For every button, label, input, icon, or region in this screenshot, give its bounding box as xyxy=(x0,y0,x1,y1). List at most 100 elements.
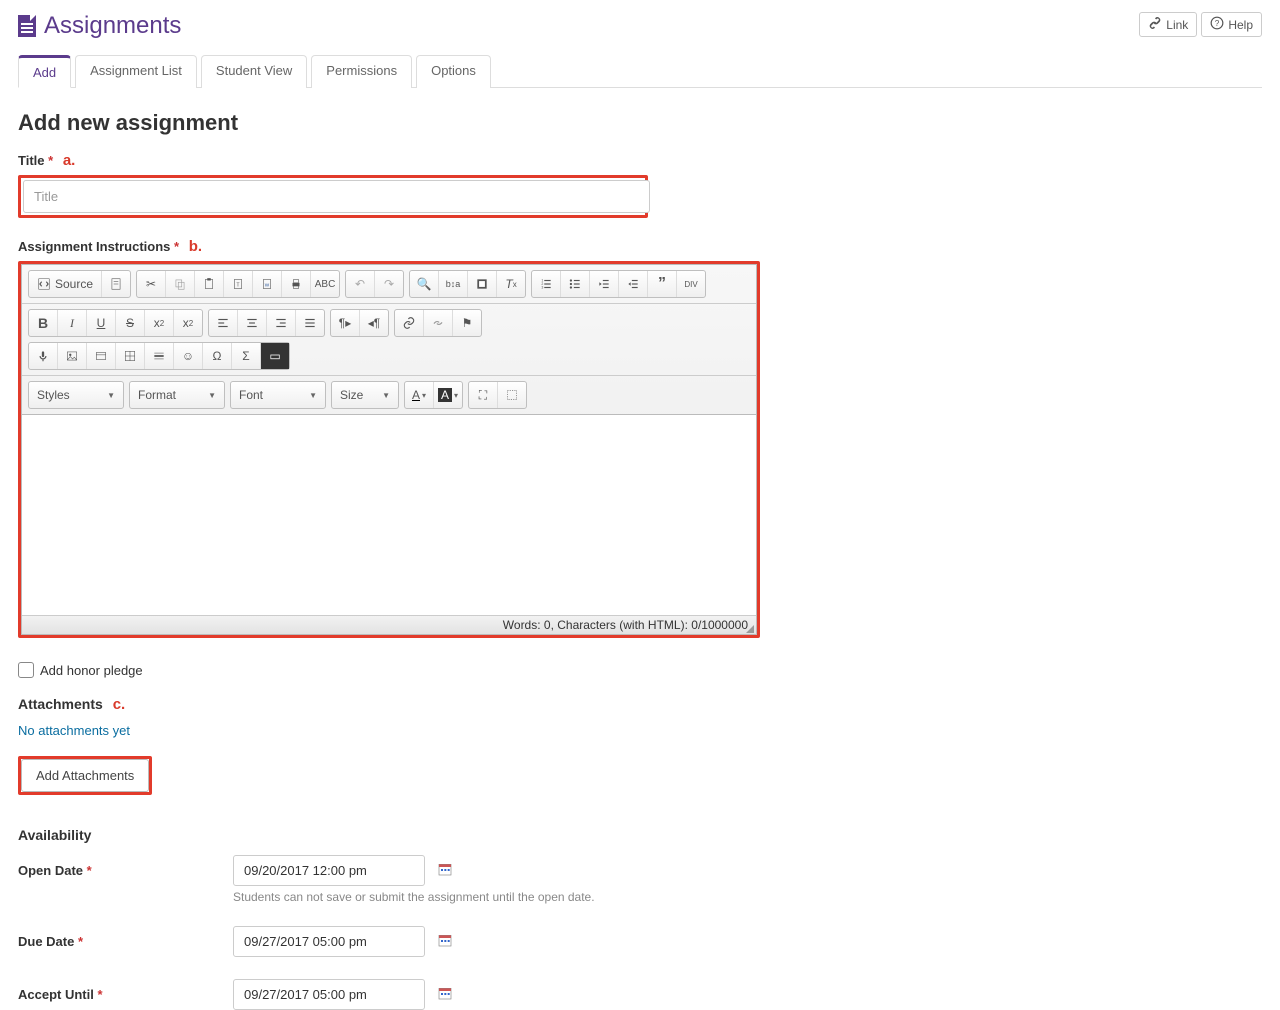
resize-handle-icon[interactable] xyxy=(746,625,754,633)
attachments-heading-row: Attachments c. xyxy=(18,696,1262,713)
toolbar-row-3: Styles▼ Format▼ Font▼ Size▼ A▾ A▾ ⛶ xyxy=(22,376,756,415)
add-attachments-highlight: Add Attachments xyxy=(18,756,152,795)
help-button[interactable]: ? Help xyxy=(1201,12,1262,37)
selectall-button[interactable] xyxy=(468,271,497,297)
italic-button[interactable]: I xyxy=(58,310,87,336)
copy-button[interactable] xyxy=(166,271,195,297)
help-icon: ? xyxy=(1210,16,1224,33)
required-star: * xyxy=(87,863,92,878)
styles-dropdown[interactable]: Styles▼ xyxy=(29,382,123,408)
movie-button[interactable] xyxy=(87,343,116,369)
editor-status-text: Words: 0, Characters (with HTML): 0/1000… xyxy=(503,618,748,632)
required-star: * xyxy=(48,153,53,168)
redo-button[interactable]: ↷ xyxy=(375,271,403,297)
source-label: Source xyxy=(55,277,93,291)
align-right-button[interactable] xyxy=(267,310,296,336)
svg-text:3: 3 xyxy=(541,286,543,290)
required-star: * xyxy=(174,239,179,254)
top-buttons: Link ? Help xyxy=(1139,12,1262,37)
superscript-button[interactable]: x2 xyxy=(174,310,202,336)
annotation-c: c. xyxy=(113,696,126,713)
templates-button[interactable] xyxy=(102,271,130,297)
link-button[interactable]: Link xyxy=(1139,12,1197,37)
help-label: Help xyxy=(1228,18,1253,32)
link-insert-button[interactable] xyxy=(395,310,424,336)
ltr-button[interactable]: ¶▸ xyxy=(331,310,360,336)
paste-word-button[interactable]: W xyxy=(253,271,282,297)
table-button[interactable] xyxy=(116,343,145,369)
specialchar-button[interactable]: Ω xyxy=(203,343,232,369)
paste-text-button[interactable]: T xyxy=(224,271,253,297)
cut-button[interactable]: ✂ xyxy=(137,271,166,297)
smiley-button[interactable]: ☺ xyxy=(174,343,203,369)
maximize-button[interactable]: ⛶ xyxy=(469,382,498,408)
subscript-button[interactable]: x2 xyxy=(145,310,174,336)
showblocks-button[interactable] xyxy=(498,382,526,408)
unlink-button[interactable] xyxy=(424,310,453,336)
form-heading: Add new assignment xyxy=(18,110,1262,136)
numbered-list-button[interactable]: 123 xyxy=(532,271,561,297)
add-attachments-button[interactable]: Add Attachments xyxy=(21,759,149,792)
paste-button[interactable] xyxy=(195,271,224,297)
image-button[interactable] xyxy=(58,343,87,369)
hr-button[interactable] xyxy=(145,343,174,369)
header-bar: Assignments Link ? Help xyxy=(18,0,1262,40)
accept-until-input[interactable] xyxy=(233,979,425,1010)
format-dropdown[interactable]: Format▼ xyxy=(130,382,224,408)
editor-status-bar: Words: 0, Characters (with HTML): 0/1000… xyxy=(22,615,756,634)
tab-add[interactable]: Add xyxy=(18,55,71,88)
removeformat-button[interactable]: Tx xyxy=(497,271,525,297)
page-title-wrap: Assignments xyxy=(18,12,181,40)
outdent-button[interactable] xyxy=(590,271,619,297)
tab-options[interactable]: Options xyxy=(416,55,491,88)
honor-pledge-label: Add honor pledge xyxy=(40,663,143,678)
editor-content[interactable] xyxy=(22,415,756,615)
bold-button[interactable]: B xyxy=(29,310,58,336)
accept-until-label: Accept Until xyxy=(18,987,94,1002)
align-left-button[interactable] xyxy=(209,310,238,336)
replace-button[interactable]: b↕a xyxy=(439,271,468,297)
annotation-b: b. xyxy=(189,238,202,255)
div-button[interactable]: DIV xyxy=(677,271,705,297)
open-date-hint: Students can not save or submit the assi… xyxy=(233,890,1262,904)
availability-heading: Availability xyxy=(18,827,1262,843)
math-button[interactable]: Σ xyxy=(232,343,261,369)
find-button[interactable]: 🔍 xyxy=(410,271,439,297)
instructions-label-row: Assignment Instructions * b. xyxy=(18,238,1262,255)
anchor-button[interactable]: ⚑ xyxy=(453,310,481,336)
calendar-icon[interactable] xyxy=(437,861,453,877)
title-input[interactable] xyxy=(23,180,650,213)
due-date-input[interactable] xyxy=(233,926,425,957)
open-date-label-row: Open Date * xyxy=(18,855,233,878)
blockquote-button[interactable]: ” xyxy=(648,271,677,297)
rtl-button[interactable]: ◂¶ xyxy=(360,310,388,336)
undo-button[interactable]: ↶ xyxy=(346,271,375,297)
strike-button[interactable]: S xyxy=(116,310,145,336)
rich-text-editor: Source ✂ T W ABC ↶ ↷ 🔍 b↕a Tx xyxy=(21,264,757,635)
font-dropdown[interactable]: Font▼ xyxy=(231,382,325,408)
iframe-button[interactable]: ▭ xyxy=(261,343,289,369)
record-audio-button[interactable] xyxy=(29,343,58,369)
bullet-list-button[interactable] xyxy=(561,271,590,297)
open-date-input[interactable] xyxy=(233,855,425,886)
source-button[interactable]: Source xyxy=(29,271,102,297)
open-date-label: Open Date xyxy=(18,863,83,878)
tab-permissions[interactable]: Permissions xyxy=(311,55,412,88)
align-center-button[interactable] xyxy=(238,310,267,336)
availability-grid: Open Date * Students can not save or sub… xyxy=(18,855,1262,1010)
spellcheck-button[interactable]: ABC xyxy=(311,271,339,297)
indent-button[interactable] xyxy=(619,271,648,297)
honor-pledge-checkbox[interactable] xyxy=(18,662,34,678)
print-button[interactable] xyxy=(282,271,311,297)
calendar-icon[interactable] xyxy=(437,985,453,1001)
tab-student-view[interactable]: Student View xyxy=(201,55,307,88)
calendar-icon[interactable] xyxy=(437,932,453,948)
align-justify-button[interactable] xyxy=(296,310,324,336)
underline-button[interactable]: U xyxy=(87,310,116,336)
bg-color-button[interactable]: A▾ xyxy=(434,382,462,408)
page-title: Assignments xyxy=(44,12,181,40)
text-color-button[interactable]: A▾ xyxy=(405,382,434,408)
tab-assignment-list[interactable]: Assignment List xyxy=(75,55,197,88)
size-dropdown[interactable]: Size▼ xyxy=(332,382,398,408)
title-label: Title xyxy=(18,153,45,168)
